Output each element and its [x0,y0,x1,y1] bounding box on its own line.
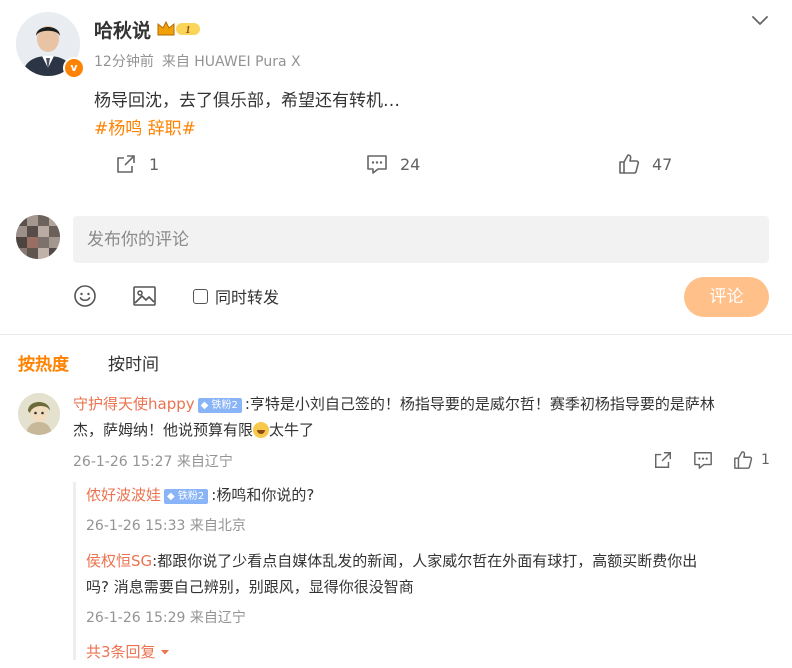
replies-indent-bar [73,482,76,660]
repost-count: 1 [149,154,160,174]
verified-v-icon: v [63,57,85,79]
reply-text: 侬好波波娃 ◆ 铁粉2:杨鸣和你说的? [86,482,314,508]
reply-username[interactable]: 侯权恒SG [86,552,152,570]
submit-comment-button[interactable]: 评论 [684,277,769,317]
post-text: 杨导回沈，去了俱乐部，希望还有转机… [94,91,400,111]
reply-time: 26-1-26 15:33 来自北京 [86,518,246,534]
comment-icon [367,155,387,174]
comment-reply-icon[interactable] [693,450,713,470]
comment-repost-icon[interactable] [653,450,673,470]
comment-input[interactable] [73,216,769,263]
more-replies-link[interactable]: 共3条回复 [86,641,171,662]
reply-body-1: :都跟你说了少看点自媒体乱发的新闻，人家威尔哲在外面有球打，高额买断费你出 [152,552,698,570]
reply-body: :杨鸣和你说的? [211,486,315,504]
comment-like-count: 1 [761,452,770,468]
my-avatar [16,215,60,259]
author-name[interactable]: 哈秋说 [94,16,151,43]
reply-time: 26-1-26 15:29 来自辽宁 [86,610,246,626]
post-source: 来自 HUAWEI Pura X [161,54,301,70]
chevron-down-icon[interactable] [751,13,769,27]
reply-text: 侯权恒SG:都跟你说了少看点自媒体乱发的新闻，人家威尔哲在外面有球打，高额买断费… [86,548,776,600]
fan-badge: ◆ 铁粉2 [164,489,209,504]
comment-like-icon [734,451,753,469]
like-count: 47 [652,154,673,174]
crown-icon: 1 [157,20,200,36]
repost-checkbox[interactable]: 同时转发 [193,284,279,308]
repost-button[interactable]: 1 [115,153,159,175]
more-replies-label: 共3条回复 [86,643,156,661]
repost-icon [117,155,135,173]
like-icon [619,154,640,174]
tab-sort-time[interactable]: 按时间 [108,350,159,375]
checkbox-icon [193,288,208,304]
post-meta: 12分钟前 来自 HUAWEI Pura X [94,51,309,71]
comment-time: 26-1-26 15:27 来自辽宁 [73,454,233,470]
fan-badge-label: 铁粉2 [177,491,205,502]
vip-level: 1 [186,25,191,36]
reply-username[interactable]: 侬好波波娃 [86,486,161,504]
emoji-icon[interactable] [73,284,97,308]
image-icon[interactable] [132,284,157,308]
tab-sort-hot[interactable]: 按热度 [18,350,69,375]
comment-button[interactable]: 24 [366,153,420,175]
comment-count: 24 [400,154,421,174]
comment-body-3: 太牛了 [269,421,315,439]
laugh-emoji-icon [253,422,270,438]
comment-body-2: 杰，萨姆纳！他说预算有限 [73,421,254,439]
divider [0,334,792,335]
fan-badge: ◆ 铁粉2 [197,398,242,413]
post-hashtag[interactable]: #杨鸣 辞职# [94,114,196,139]
comment-username[interactable]: 守护得天使happy [73,395,195,413]
repost-label: 同时转发 [215,288,280,307]
caret-down-icon [160,649,169,654]
like-button[interactable]: 47 [618,153,672,175]
reply-body-2: 吗? 消息需要自己辨别，别跟风，显得你很没智商 [86,578,414,596]
vip-badge: 1 [156,19,202,39]
comment-text: 守护得天使happy ◆ 铁粉2:亨特是小刘自己签的！杨指导要的是威尔哲！赛季初杨… [73,391,773,443]
comment-like-button[interactable]: 1 [733,450,770,470]
comment-body-1: :亨特是小刘自己签的！杨指导要的是威尔哲！赛季初杨指导要的是萨林 [244,395,715,413]
post-time: 12分钟前 [94,54,154,70]
commenter-avatar[interactable] [18,393,60,435]
fan-badge-label: 铁粉2 [211,400,238,411]
